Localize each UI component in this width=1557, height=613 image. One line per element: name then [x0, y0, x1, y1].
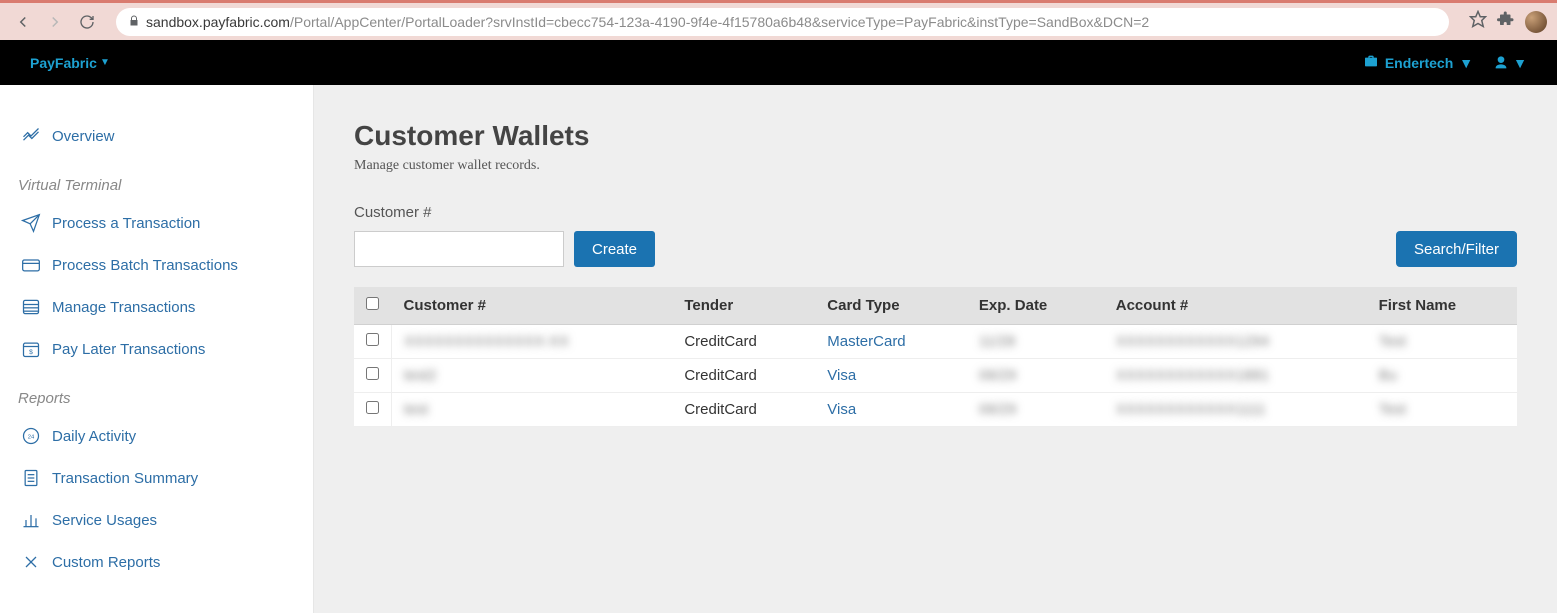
sidebar-item-process-batch[interactable]: Process Batch Transactions	[0, 244, 313, 286]
cell-customer: XXXXXXXXXXXXXX-XX	[404, 333, 569, 350]
nav-back-button[interactable]	[10, 9, 36, 35]
col-account: Account #	[1104, 287, 1367, 325]
url-host: sandbox.payfabric.com	[146, 14, 290, 30]
row-checkbox[interactable]	[366, 401, 379, 414]
sidebar-item-label: Overview	[52, 128, 115, 145]
cell-customer: test2	[404, 367, 437, 384]
cell-firstname: Bu	[1379, 367, 1397, 384]
nav-reload-button[interactable]	[74, 9, 100, 35]
cell-firstname: Test	[1379, 401, 1407, 418]
cell-exp: 11/28	[979, 333, 1015, 350]
table-row: test2 CreditCard Visa 06/29 XXXXXXXXXXXX…	[354, 359, 1517, 393]
url-path: /Portal/AppCenter/PortalLoader?srvInstId…	[290, 14, 1149, 30]
page-subtitle: Manage customer wallet records.	[354, 158, 1517, 174]
sidebar-item-daily-activity[interactable]: 24 Daily Activity	[0, 415, 313, 457]
cell-exp: 06/29	[979, 367, 1017, 384]
tools-icon	[20, 551, 42, 573]
sidebar-item-overview[interactable]: Overview	[0, 115, 313, 157]
paper-plane-icon	[20, 212, 42, 234]
lock-icon	[128, 14, 140, 30]
sidebar: Overview Virtual Terminal Process a Tran…	[0, 85, 314, 613]
sidebar-item-label: Pay Later Transactions	[52, 341, 205, 358]
sidebar-item-label: Manage Transactions	[52, 299, 195, 316]
sidebar-group-virtual-terminal: Virtual Terminal	[0, 157, 313, 202]
sidebar-item-label: Daily Activity	[52, 428, 136, 445]
table-row: XXXXXXXXXXXXXX-XX CreditCard MasterCard …	[354, 325, 1517, 359]
sidebar-item-label: Process a Transaction	[52, 215, 200, 232]
customer-number-input[interactable]	[354, 231, 564, 267]
list-icon	[20, 296, 42, 318]
user-menu[interactable]: ▼	[1493, 55, 1527, 71]
cell-tender: CreditCard	[672, 359, 815, 393]
sidebar-item-service-usages[interactable]: Service Usages	[0, 499, 313, 541]
document-lines-icon	[20, 467, 42, 489]
sidebar-item-process-transaction[interactable]: Process a Transaction	[0, 202, 313, 244]
cell-exp: 06/29	[979, 401, 1017, 418]
chevron-down-icon: ▼	[100, 57, 110, 68]
brand-label: PayFabric	[30, 55, 97, 71]
sidebar-item-custom-reports[interactable]: Custom Reports	[0, 541, 313, 583]
cell-cardtype-link[interactable]: Visa	[827, 367, 856, 384]
account-dropdown[interactable]: Endertech ▼	[1363, 53, 1473, 72]
cell-customer: test	[404, 401, 428, 418]
col-customer: Customer #	[392, 287, 673, 325]
cell-account: XXXXXXXXXXXX1111	[1116, 401, 1266, 418]
cell-account: XXXXXXXXXXXX1881	[1116, 367, 1269, 384]
svg-text:24: 24	[28, 435, 35, 441]
row-checkbox[interactable]	[366, 333, 379, 346]
chart-line-icon	[20, 125, 42, 147]
col-tender: Tender	[672, 287, 815, 325]
chevron-down-icon: ▼	[1513, 55, 1527, 71]
table-row: test CreditCard Visa 06/29 XXXXXXXXXXXX1…	[354, 393, 1517, 427]
sidebar-item-label: Transaction Summary	[52, 470, 198, 487]
sidebar-group-reports: Reports	[0, 370, 313, 415]
brand-dropdown[interactable]: PayFabric ▼	[30, 55, 110, 71]
cell-tender: CreditCard	[672, 393, 815, 427]
browser-toolbar: sandbox.payfabric.com/Portal/AppCenter/P…	[0, 0, 1557, 40]
bar-chart-icon	[20, 509, 42, 531]
col-exp: Exp. Date	[967, 287, 1104, 325]
customer-number-label: Customer #	[354, 204, 564, 221]
row-checkbox[interactable]	[366, 367, 379, 380]
account-name: Endertech	[1385, 55, 1453, 71]
sidebar-item-label: Process Batch Transactions	[52, 257, 238, 274]
col-firstname: First Name	[1367, 287, 1517, 325]
sidebar-item-manage-transactions[interactable]: Manage Transactions	[0, 286, 313, 328]
svg-text:$: $	[29, 349, 33, 356]
wallets-table: Customer # Tender Card Type Exp. Date Ac…	[354, 287, 1517, 427]
main-panel: Customer Wallets Manage customer wallet …	[314, 85, 1557, 613]
nav-forward-button[interactable]	[42, 9, 68, 35]
briefcase-icon	[1363, 53, 1379, 72]
bookmark-star-icon[interactable]	[1469, 10, 1487, 33]
chevron-down-icon: ▼	[1459, 55, 1473, 71]
sidebar-item-label: Custom Reports	[52, 554, 160, 571]
profile-avatar[interactable]	[1525, 11, 1547, 33]
col-cardtype: Card Type	[815, 287, 967, 325]
cell-tender: CreditCard	[672, 325, 815, 359]
search-filter-button[interactable]: Search/Filter	[1396, 231, 1517, 267]
cell-cardtype-link[interactable]: Visa	[827, 401, 856, 418]
app-top-bar: PayFabric ▼ Endertech ▼ ▼	[0, 40, 1557, 85]
calendar-dollar-icon: $	[20, 338, 42, 360]
credit-card-icon	[20, 254, 42, 276]
sidebar-item-label: Service Usages	[52, 512, 157, 529]
sidebar-item-pay-later[interactable]: $ Pay Later Transactions	[0, 328, 313, 370]
cell-firstname: Test	[1379, 333, 1407, 350]
create-button[interactable]: Create	[574, 231, 655, 267]
cell-account: XXXXXXXXXXXX1294	[1116, 333, 1269, 350]
select-all-checkbox[interactable]	[366, 297, 379, 310]
sidebar-item-transaction-summary[interactable]: Transaction Summary	[0, 457, 313, 499]
url-bar[interactable]: sandbox.payfabric.com/Portal/AppCenter/P…	[116, 8, 1449, 36]
cell-cardtype-link[interactable]: MasterCard	[827, 333, 905, 350]
calendar-24-icon: 24	[20, 425, 42, 447]
extensions-icon[interactable]	[1497, 10, 1515, 33]
page-title: Customer Wallets	[354, 120, 1517, 152]
